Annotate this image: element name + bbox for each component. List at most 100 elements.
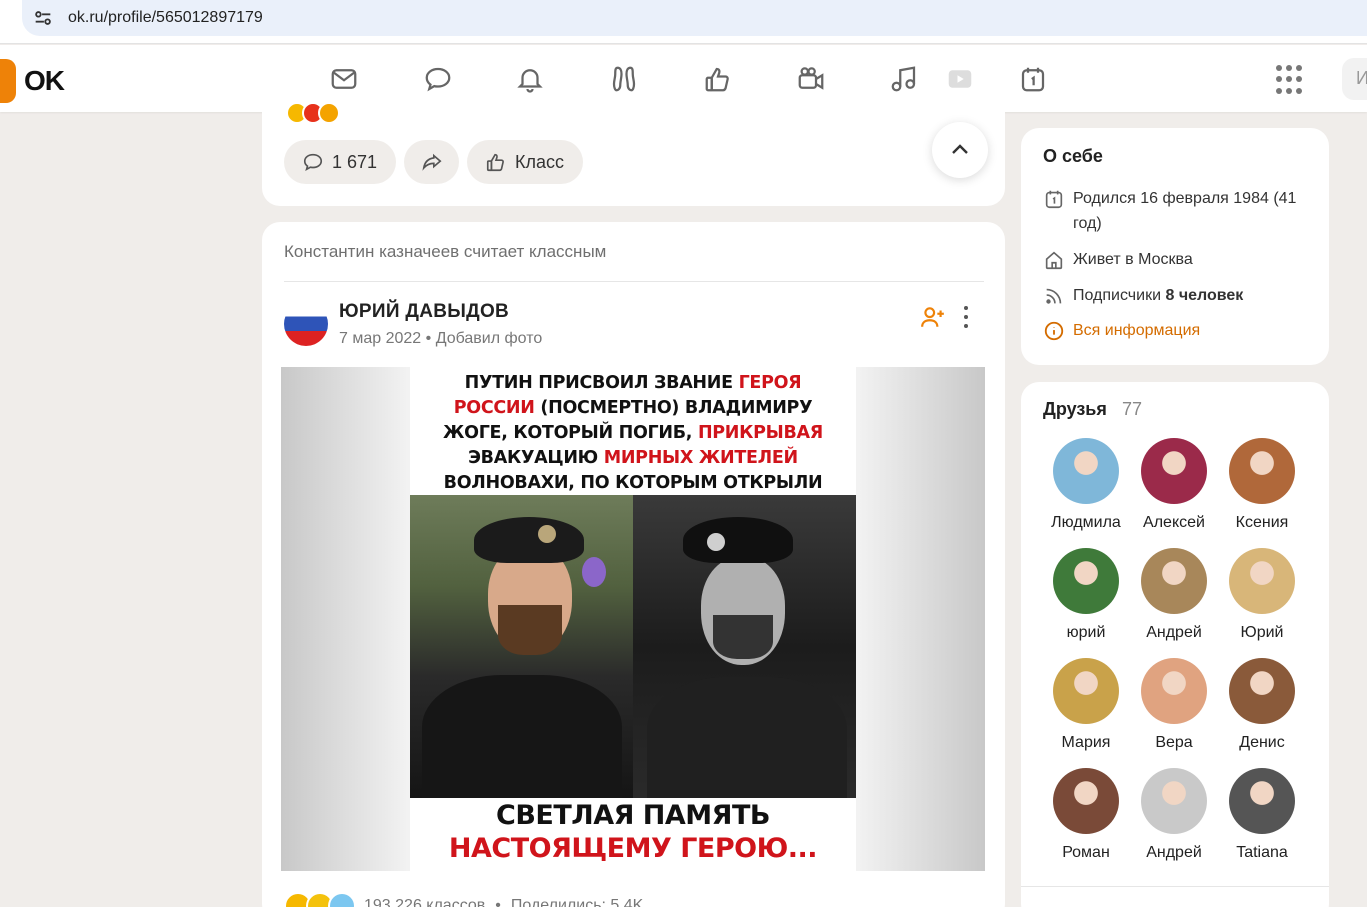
friend-item[interactable]: Вера: [1134, 658, 1214, 752]
photo-portrait-bw: [633, 495, 856, 798]
friend-avatar[interactable]: [1053, 658, 1119, 724]
friend-item[interactable]: Андрей: [1134, 768, 1214, 862]
friend-name[interactable]: Мария: [1046, 734, 1126, 752]
reaction-wow-icon: [328, 892, 356, 907]
friends-title[interactable]: Друзья: [1043, 399, 1107, 420]
comments-button[interactable]: 1 671: [284, 140, 396, 184]
friend-name[interactable]: Tatiana: [1222, 844, 1302, 862]
friend-avatar[interactable]: [1229, 548, 1295, 614]
share-icon: [421, 153, 442, 171]
friends-count: 77: [1122, 399, 1143, 419]
post-meta: 7 мар 2022 • Добавил фото: [339, 330, 543, 347]
scroll-top-button[interactable]: [932, 122, 988, 178]
calendar-icon[interactable]: [1016, 62, 1050, 96]
video-icon[interactable]: [794, 62, 828, 96]
friend-name[interactable]: Ксения: [1222, 514, 1302, 532]
author-name[interactable]: ЮРИЙ ДАВЫДОВ: [339, 301, 509, 323]
all-info-label[interactable]: Вся информация: [1073, 318, 1200, 343]
chevron-up-icon: [952, 144, 968, 154]
guests-icon[interactable]: [607, 62, 641, 96]
friend-name[interactable]: Людмила: [1046, 514, 1126, 532]
friend-item[interactable]: Юрий: [1222, 548, 1302, 642]
rss-icon: [1046, 288, 1062, 304]
feed-post: Константин казначеев считает классным ЮР…: [262, 222, 1005, 907]
friend-avatar[interactable]: [1141, 438, 1207, 504]
post-date[interactable]: 7 мар 2022: [339, 330, 421, 347]
all-info-link[interactable]: Вся информация: [1043, 318, 1200, 343]
headline-text: ЭВАКУАЦИЮ: [468, 448, 604, 468]
friend-item[interactable]: Людмила: [1046, 438, 1126, 532]
post-photo[interactable]: ПУТИН ПРИСВОИЛ ЗВАНИЕ ГЕРОЯ РОССИИ (ПОСМ…: [410, 367, 856, 871]
photo-footer: СВЕТЛАЯ ПАМЯТЬ НАСТОЯЩЕМУ ГЕРОЮ...: [410, 798, 856, 864]
url-text[interactable]: ok.ru/profile/565012897179: [68, 9, 263, 27]
friend-avatar[interactable]: [1053, 548, 1119, 614]
about-title: О себе: [1043, 146, 1103, 166]
friend-name[interactable]: Денис: [1222, 734, 1302, 752]
friend-item[interactable]: Tatiana: [1222, 768, 1302, 862]
music-icon[interactable]: [887, 62, 921, 96]
about-birthday: Родился 16 февраля 1984 (41 год): [1043, 186, 1313, 236]
divider: [284, 281, 984, 282]
friend-avatar[interactable]: [1141, 658, 1207, 724]
friend-item[interactable]: Алексей: [1134, 438, 1214, 532]
reactions-summary[interactable]: [286, 102, 340, 124]
friend-avatar[interactable]: [1229, 768, 1295, 834]
play-icon[interactable]: [943, 62, 977, 96]
friend-name[interactable]: юрий: [1046, 624, 1126, 642]
friend-name[interactable]: Андрей: [1134, 844, 1214, 862]
photo-footer-line1: СВЕТЛАЯ ПАМЯТЬ: [496, 800, 770, 831]
comments-count: 1 671: [332, 151, 378, 172]
classes-count[interactable]: 193 226 классов: [364, 897, 485, 907]
apps-grid-icon[interactable]: [1276, 65, 1306, 95]
search-input[interactable]: И: [1342, 58, 1367, 100]
friend-item[interactable]: Ксения: [1222, 438, 1302, 532]
reaction-smile-icon: [318, 102, 340, 124]
more-options-icon[interactable]: [962, 306, 970, 328]
browser-address-bar: ok.ru/profile/565012897179: [0, 0, 1367, 44]
site-settings-icon[interactable]: [32, 7, 54, 29]
friend-name[interactable]: Андрей: [1134, 624, 1214, 642]
headline-text: ПУТИН ПРИСВОИЛ ЗВАНИЕ: [464, 373, 739, 393]
post-stats: 193 226 классов • Поделились: 5,4K: [284, 892, 643, 907]
class-button[interactable]: Класс: [467, 140, 583, 184]
divider: [1021, 886, 1329, 887]
share-button[interactable]: [404, 140, 459, 184]
friend-name[interactable]: Алексей: [1134, 514, 1214, 532]
events-icon[interactable]: [701, 62, 735, 96]
site-header: OK И: [0, 45, 1367, 112]
friend-avatar[interactable]: [1229, 438, 1295, 504]
notifications-icon[interactable]: [513, 62, 547, 96]
friend-avatar[interactable]: [1053, 438, 1119, 504]
lives-prefix: Живет в: [1073, 251, 1139, 268]
friend-item[interactable]: Роман: [1046, 768, 1126, 862]
friend-avatar[interactable]: [1053, 768, 1119, 834]
discussions-icon[interactable]: [421, 62, 455, 96]
shares-count[interactable]: Поделились: 5,4K: [511, 897, 643, 907]
friend-name[interactable]: Роман: [1046, 844, 1126, 862]
friend-avatar[interactable]: [1141, 768, 1207, 834]
url-field[interactable]: ok.ru/profile/565012897179: [22, 0, 1367, 36]
ok-logo-icon: [0, 59, 16, 103]
liked-by-text[interactable]: Константин казначеев считает классным: [284, 242, 606, 262]
friend-avatar[interactable]: [1229, 658, 1295, 724]
friend-name[interactable]: Вера: [1134, 734, 1214, 752]
friend-name[interactable]: Юрий: [1222, 624, 1302, 642]
headline-highlight: МИРНЫХ ЖИТЕЛЕЙ: [603, 448, 798, 468]
about-subscribers[interactable]: Подписчики 8 человек: [1043, 283, 1243, 308]
friend-avatar[interactable]: [1141, 548, 1207, 614]
calendar-icon: [1045, 190, 1063, 209]
friend-item[interactable]: юрий: [1046, 548, 1126, 642]
friend-item[interactable]: Андрей: [1134, 548, 1214, 642]
messages-icon[interactable]: [327, 62, 361, 96]
about-panel: О себе Родился 16 февраля 1984 (41 год) …: [1021, 128, 1329, 365]
ok-logo[interactable]: OK: [0, 59, 65, 103]
thumbs-up-icon: [486, 153, 504, 172]
class-label: Класс: [515, 151, 564, 172]
author-avatar[interactable]: [284, 302, 328, 346]
friend-item[interactable]: Мария: [1046, 658, 1126, 752]
friend-item[interactable]: Денис: [1222, 658, 1302, 752]
add-friend-icon[interactable]: [920, 304, 946, 330]
post-photo-frame[interactable]: ПУТИН ПРИСВОИЛ ЗВАНИЕ ГЕРОЯ РОССИИ (ПОСМ…: [281, 367, 985, 871]
lives-city: Москва: [1138, 251, 1193, 268]
home-icon: [1045, 251, 1063, 270]
